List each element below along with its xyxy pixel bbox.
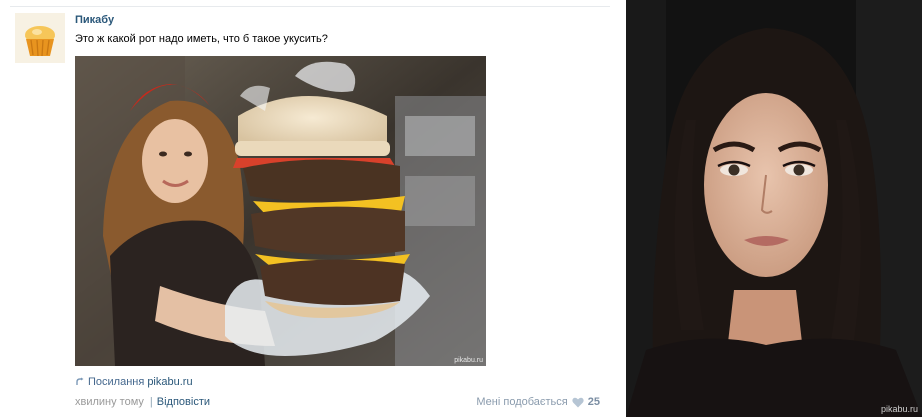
author-avatar[interactable] [15,13,65,63]
wall-post: Пикабу Это ж какой рот надо иметь, что б… [0,0,626,417]
attachment-link-row: Посилання pikabu.ru [75,376,193,388]
like-button[interactable]: Мені подобається 25 [476,396,600,408]
like-count: 25 [587,396,600,408]
post-footer: хвилину тому | Відповісти Мені подобаєть… [75,396,600,408]
link-label: Посилання [88,376,145,388]
reply-link[interactable]: Відповісти [157,396,210,408]
footer-separator: | [149,396,153,408]
woman-portrait-image [626,0,922,417]
like-label: Мені подобається [476,396,568,408]
heart-icon [572,397,584,407]
link-url[interactable]: pikabu.ru [147,376,192,388]
cupcake-avatar-icon [15,13,65,63]
post-text: Это ж какой рот надо иметь, что б такое … [75,33,328,45]
post-photo[interactable]: pikabu.ru [75,56,486,366]
portrait-photo: pikabu.ru [626,0,922,417]
photo-watermark: pikabu.ru [454,357,483,364]
link-arrow-icon [76,377,84,385]
post-timestamp[interactable]: хвилину тому [75,396,144,408]
portrait-watermark: pikabu.ru [880,404,918,414]
burger-photo-image [75,56,486,366]
post-divider [10,6,610,7]
post-author-name[interactable]: Пикабу [75,14,114,26]
